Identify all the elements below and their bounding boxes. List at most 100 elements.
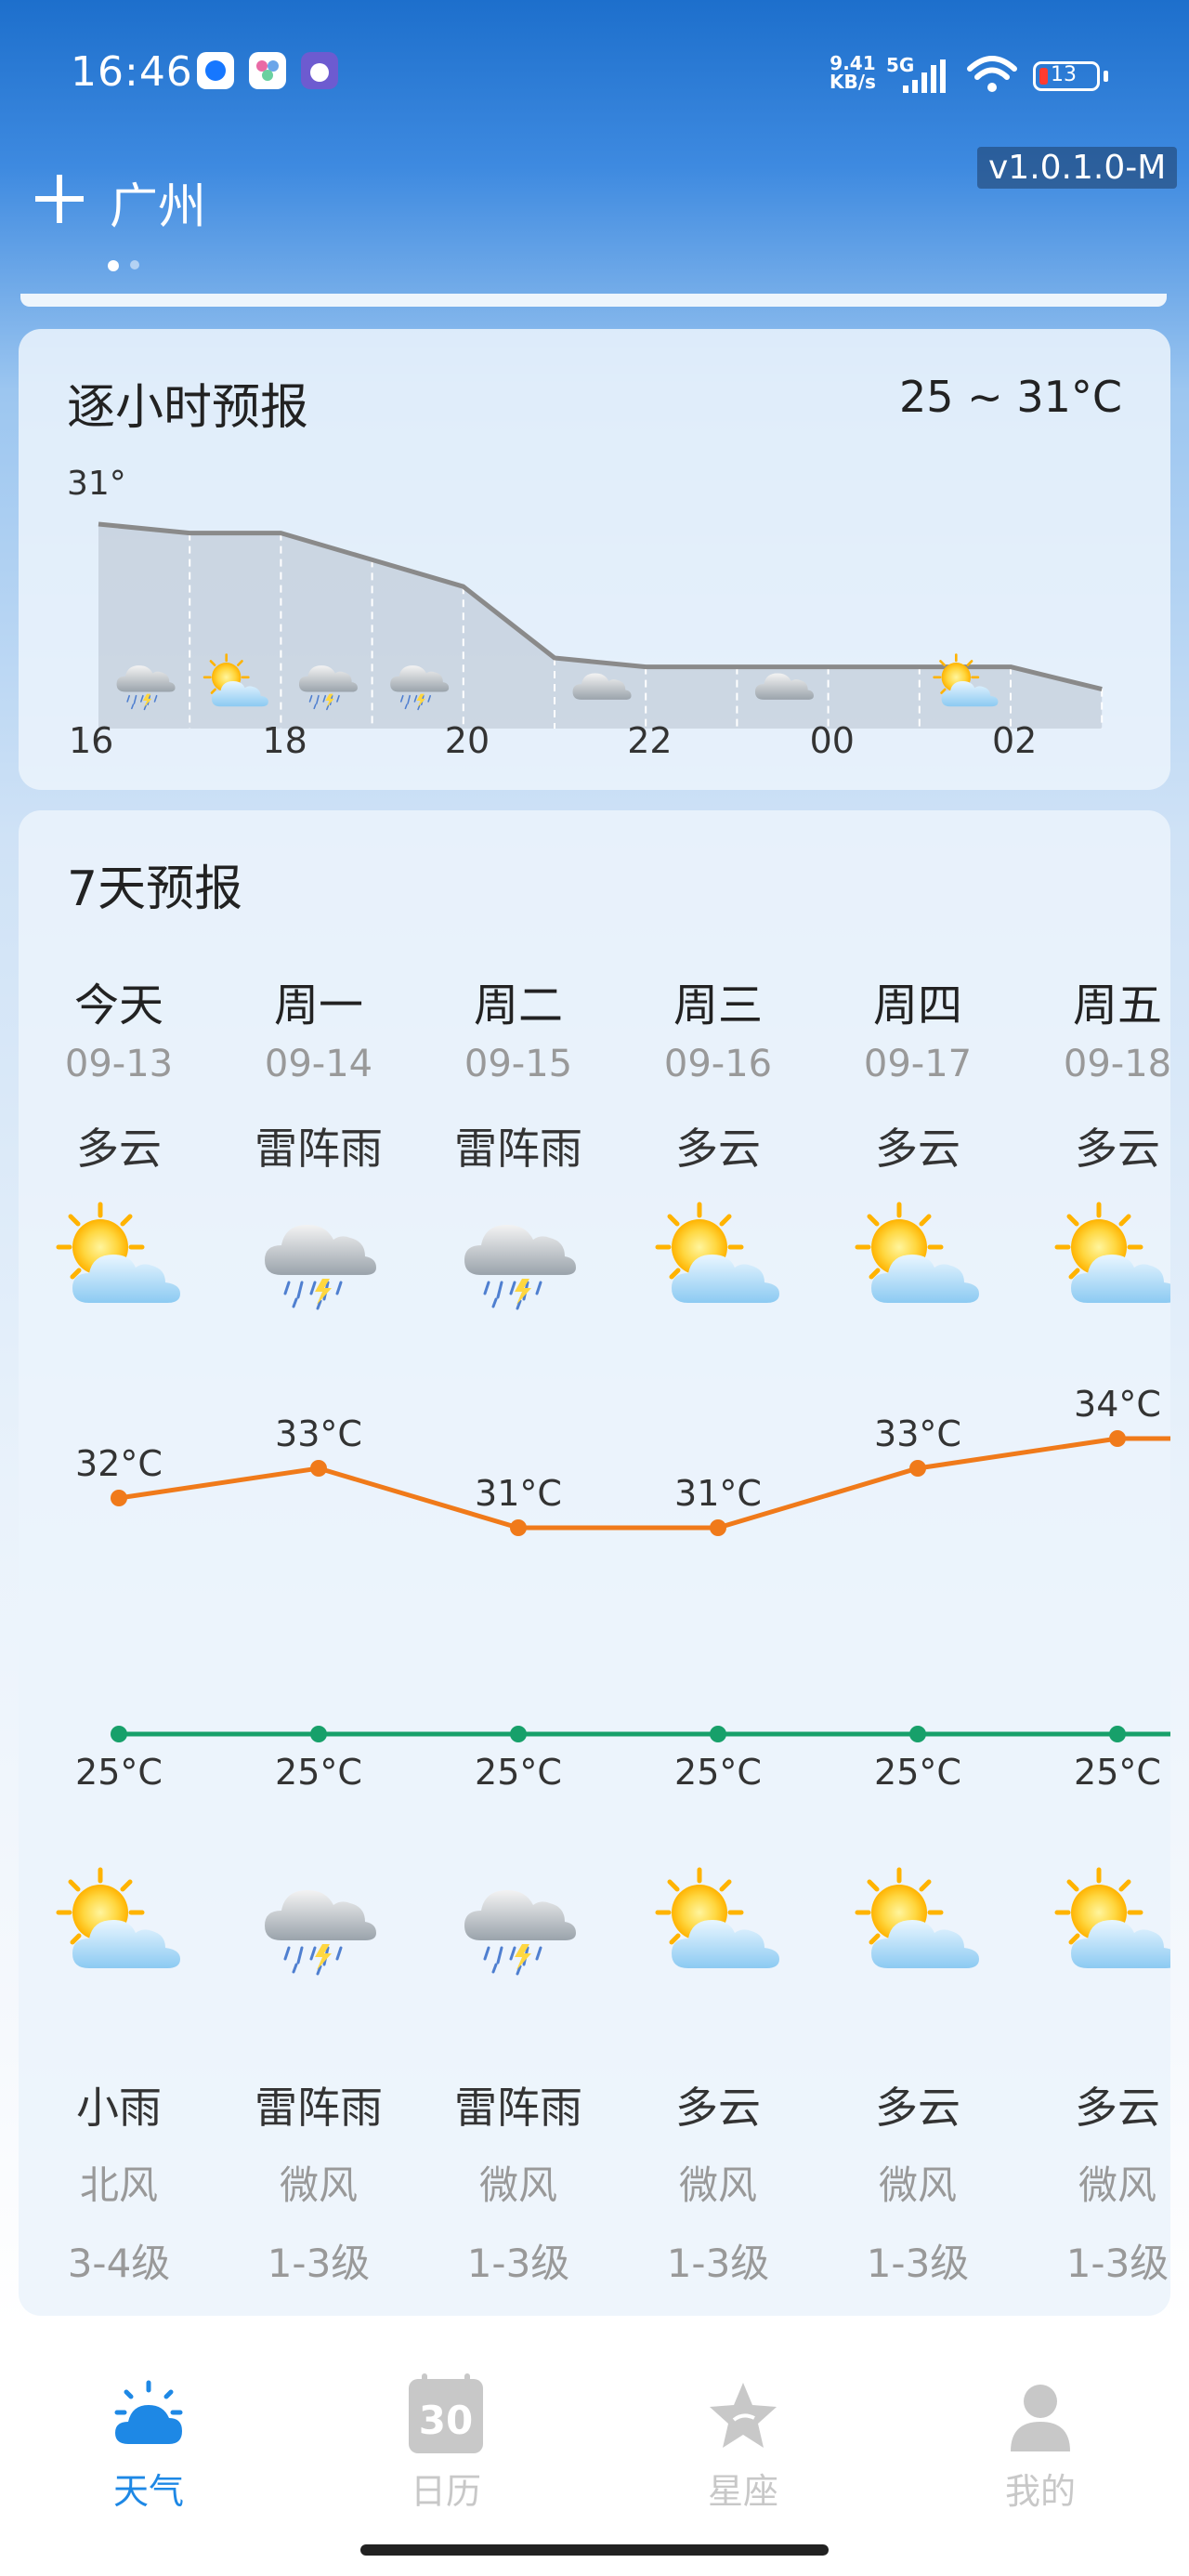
nav-weather[interactable]: 天气	[0, 2323, 297, 2512]
wifi-icon	[967, 56, 1017, 92]
wind-level-label: 1-3级	[866, 2241, 970, 2286]
hourly-title: 逐小时预报	[67, 380, 309, 436]
date-label: 09-14	[264, 1043, 373, 1085]
signal-icon	[903, 59, 946, 93]
battery-tip	[1104, 71, 1108, 82]
nav-label-weather: 天气	[112, 2471, 184, 2512]
low-temp-label: 25°C	[674, 1752, 762, 1793]
night-weather-label: 雷阵雨	[255, 2083, 383, 2133]
low-temp-label: 25°C	[1074, 1752, 1161, 1793]
low-temp-point	[510, 1726, 527, 1742]
version-badge: v1.0.1.0-M	[977, 147, 1178, 189]
hour-label: 18	[262, 720, 307, 761]
hour-label: 02	[992, 720, 1037, 761]
status-bar: 16:46 9.41 KB/s 5G 13	[0, 0, 1189, 149]
nav-horoscope[interactable]: 星座	[594, 2323, 892, 2512]
weekday-label: 周三	[673, 979, 763, 1032]
date-label: 09-13	[64, 1043, 174, 1085]
day-weather-label: 多云	[76, 1124, 162, 1174]
wind-level-label: 1-3级	[267, 2241, 371, 2286]
date-label: 09-15	[464, 1043, 573, 1085]
wind-direction-label: 微风	[678, 2162, 757, 2208]
collapsed-card-edge	[20, 294, 1167, 307]
album-notification-icon	[249, 52, 286, 89]
night-partly-cloudy-icon	[1057, 1870, 1170, 1968]
date-label: 09-16	[663, 1043, 773, 1085]
hourly-max-label: 31°	[67, 465, 126, 503]
weekday-label: 周二	[473, 979, 563, 1032]
high-temp-label: 32°C	[75, 1443, 163, 1484]
night-partly-cloudy-icon	[59, 1870, 180, 1968]
low-temp-point	[310, 1726, 327, 1742]
high-temp-label: 33°C	[275, 1413, 362, 1454]
low-temp-point	[111, 1726, 127, 1742]
add-city-button[interactable]	[33, 173, 85, 225]
high-temp-point	[111, 1490, 127, 1506]
date-label: 09-17	[863, 1043, 973, 1085]
day-partly-cloudy-icon	[1057, 1204, 1170, 1303]
high-temp-label: 34°C	[1074, 1384, 1161, 1425]
high-temp-label: 31°C	[475, 1473, 562, 1514]
city-name[interactable]: 广州	[110, 167, 206, 237]
network-speed: 9.41 KB/s	[830, 52, 876, 93]
wind-level-label: 1-3级	[666, 2241, 770, 2286]
weekday-label: 周五	[1072, 979, 1162, 1032]
night-weather-label: 多云	[875, 2083, 960, 2133]
nav-label-calendar: 日历	[410, 2471, 481, 2512]
battery-icon: 13	[1033, 61, 1100, 91]
clock: 16:46	[71, 48, 193, 96]
low-temp-label: 25°C	[475, 1752, 562, 1793]
nav-label-profile: 我的	[1004, 2471, 1076, 2512]
wind-level-label: 1-3级	[466, 2241, 570, 2286]
high-temp-point	[510, 1519, 527, 1536]
night-thunderstorm-icon	[463, 1888, 578, 1976]
low-temp-label: 25°C	[75, 1752, 163, 1793]
night-weather-label: 多云	[675, 2083, 761, 2133]
day-thunderstorm-icon	[463, 1223, 578, 1310]
weather-icon	[114, 2380, 183, 2444]
high-temp-label: 33°C	[874, 1413, 961, 1454]
day-partly-cloudy-icon	[59, 1204, 180, 1303]
home-indicator[interactable]	[360, 2544, 829, 2556]
hour-label: 22	[627, 720, 672, 761]
hour-label: 16	[69, 720, 113, 761]
low-temp-label: 25°C	[275, 1752, 362, 1793]
calendar-icon: 30	[409, 2373, 483, 2453]
hour-label: 00	[810, 720, 855, 761]
hourly-forecast-card[interactable]: 31° 16 18 20 22 00 02 逐小时预报 25 ~ 31°C	[19, 329, 1170, 790]
avatar-notification-icon	[301, 52, 338, 89]
profile-icon	[1011, 2385, 1070, 2451]
weekly-forecast-card[interactable]: 7天预报 32°C 33°C 31°C 31°C 33°C 34°C 25°C 25°C 25°…	[19, 810, 1170, 2316]
wind-direction-label: 微风	[878, 2162, 957, 2208]
low-temp-point	[710, 1726, 726, 1742]
night-weather-label: 雷阵雨	[454, 2083, 582, 2133]
nav-profile[interactable]: 我的	[892, 2323, 1189, 2512]
day-partly-cloudy-icon	[658, 1204, 779, 1303]
high-temp-point	[909, 1460, 926, 1477]
day-weather-label: 多云	[875, 1124, 960, 1174]
high-temp-point	[310, 1460, 327, 1477]
date-label: 09-18	[1063, 1043, 1170, 1085]
day-weather-label: 多云	[675, 1124, 761, 1174]
app-notification-icon	[197, 52, 234, 89]
night-partly-cloudy-icon	[857, 1870, 979, 1968]
low-temp-point	[909, 1726, 926, 1742]
night-weather-label: 多云	[1075, 2083, 1160, 2133]
wind-direction-label: 微风	[478, 2162, 557, 2208]
wind-direction-label: 微风	[279, 2162, 358, 2208]
low-temp-point	[1109, 1726, 1126, 1742]
battery-level: 13	[1051, 63, 1077, 86]
high-temp-point	[710, 1519, 726, 1536]
nav-calendar[interactable]: 30 日历	[297, 2323, 594, 2512]
bottom-navigation: 天气 30 日历 星座 我的	[0, 2323, 1189, 2576]
hour-label: 20	[445, 720, 490, 761]
wind-direction-label: 北风	[79, 2162, 158, 2208]
night-partly-cloudy-icon	[658, 1870, 779, 1968]
high-temp-label: 31°C	[674, 1473, 762, 1514]
wind-direction-label: 微风	[1078, 2162, 1156, 2208]
page-indicator	[130, 260, 139, 269]
day-weather-label: 雷阵雨	[255, 1124, 383, 1174]
day-weather-label: 多云	[1075, 1124, 1160, 1174]
wind-level-label: 3-4级	[67, 2241, 171, 2286]
nav-label-horoscope: 星座	[707, 2471, 778, 2512]
